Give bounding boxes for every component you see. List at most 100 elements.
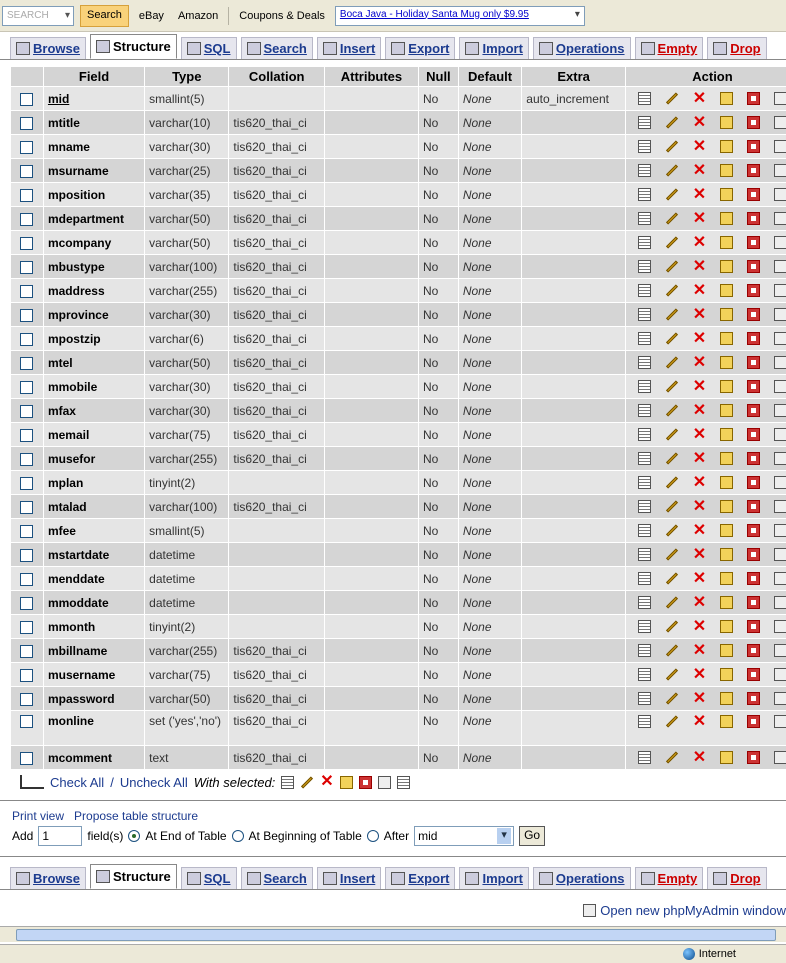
browse-icon[interactable]: [637, 188, 651, 202]
edit-icon[interactable]: [665, 92, 678, 105]
row-checkbox[interactable]: [20, 751, 34, 765]
edit-icon[interactable]: [665, 715, 678, 728]
uncheck-all-link[interactable]: Uncheck All: [120, 775, 188, 790]
index-icon[interactable]: [774, 668, 786, 682]
unique-icon[interactable]: [747, 620, 761, 634]
browse-icon[interactable]: [637, 116, 651, 130]
edit-icon[interactable]: [665, 668, 678, 681]
browse-icon[interactable]: [637, 92, 651, 106]
cell-field[interactable]: mmobile: [43, 375, 145, 398]
index-icon[interactable]: [774, 404, 786, 418]
primary-key-icon[interactable]: [720, 644, 734, 658]
cell-field[interactable]: monline: [43, 711, 145, 745]
edit-icon[interactable]: [665, 500, 678, 513]
primary-key-icon[interactable]: [720, 356, 734, 370]
drop-icon[interactable]: ✕: [693, 666, 706, 682]
browse-icon[interactable]: [637, 572, 651, 586]
row-checkbox[interactable]: [20, 715, 34, 729]
edit-icon[interactable]: [665, 751, 678, 764]
primary-key-icon[interactable]: [720, 308, 734, 322]
tab-bottom-search[interactable]: Search: [240, 867, 313, 889]
tab-bottom-import[interactable]: Import: [459, 867, 529, 889]
cell-field[interactable]: mtitle: [43, 111, 145, 134]
unique-icon[interactable]: [747, 308, 761, 322]
tab-browse[interactable]: Browse: [10, 37, 86, 59]
drop-icon[interactable]: ✕: [693, 306, 706, 322]
edit-icon[interactable]: [665, 212, 678, 225]
unique-icon[interactable]: [747, 356, 761, 370]
unique-icon[interactable]: [747, 404, 761, 418]
bulk-index-icon[interactable]: [377, 775, 391, 789]
cell-field[interactable]: mmonth: [43, 615, 145, 638]
edit-icon[interactable]: [665, 308, 678, 321]
edit-icon[interactable]: [665, 404, 678, 417]
cell-field[interactable]: menddate: [43, 567, 145, 590]
edit-icon[interactable]: [665, 476, 678, 489]
browse-icon[interactable]: [637, 356, 651, 370]
drop-icon[interactable]: ✕: [693, 378, 706, 394]
edit-icon[interactable]: [665, 524, 678, 537]
primary-key-icon[interactable]: [720, 596, 734, 610]
primary-key-icon[interactable]: [720, 332, 734, 346]
row-checkbox[interactable]: [20, 620, 34, 634]
drop-icon[interactable]: ✕: [693, 114, 706, 130]
row-checkbox[interactable]: [20, 308, 34, 322]
primary-key-icon[interactable]: [720, 140, 734, 154]
browse-icon[interactable]: [637, 500, 651, 514]
index-icon[interactable]: [774, 236, 786, 250]
browse-icon[interactable]: [637, 260, 651, 274]
row-checkbox[interactable]: [20, 572, 34, 586]
index-icon[interactable]: [774, 620, 786, 634]
row-checkbox[interactable]: [20, 284, 34, 298]
cell-field[interactable]: memail: [43, 423, 145, 446]
drop-icon[interactable]: ✕: [693, 450, 706, 466]
browse-icon[interactable]: [637, 476, 651, 490]
primary-key-icon[interactable]: [720, 188, 734, 202]
horizontal-scrollbar[interactable]: [0, 926, 786, 942]
toolbar-search-button[interactable]: Search: [80, 4, 129, 27]
row-checkbox[interactable]: [20, 332, 34, 346]
unique-icon[interactable]: [747, 596, 761, 610]
primary-key-icon[interactable]: [720, 404, 734, 418]
unique-icon[interactable]: [747, 164, 761, 178]
edit-icon[interactable]: [665, 236, 678, 249]
row-checkbox[interactable]: [20, 380, 34, 394]
row-checkbox[interactable]: [20, 164, 34, 178]
row-checkbox[interactable]: [20, 644, 34, 658]
unique-icon[interactable]: [747, 380, 761, 394]
row-checkbox[interactable]: [20, 236, 34, 250]
propose-structure-link[interactable]: Propose table structure: [74, 809, 198, 823]
unique-icon[interactable]: [747, 644, 761, 658]
tab-structure[interactable]: Structure: [89, 34, 177, 59]
go-button[interactable]: Go: [519, 826, 546, 846]
primary-key-icon[interactable]: [720, 452, 734, 466]
unique-icon[interactable]: [747, 452, 761, 466]
ebay-link[interactable]: eBay: [135, 7, 168, 25]
amazon-link[interactable]: Amazon: [174, 7, 222, 25]
tab-sql[interactable]: SQL: [180, 37, 237, 59]
edit-icon[interactable]: [665, 596, 678, 609]
index-icon[interactable]: [774, 92, 786, 106]
scrollbar-thumb[interactable]: [16, 929, 776, 941]
at-end-radio[interactable]: [128, 830, 141, 842]
edit-icon[interactable]: [665, 356, 678, 369]
drop-icon[interactable]: ✕: [693, 546, 706, 562]
index-icon[interactable]: [774, 116, 786, 130]
cell-field[interactable]: musefor: [43, 447, 145, 470]
row-checkbox[interactable]: [20, 356, 34, 370]
bulk-fulltext-icon[interactable]: [396, 775, 410, 789]
unique-icon[interactable]: [747, 116, 761, 130]
primary-key-icon[interactable]: [720, 236, 734, 250]
tab-empty[interactable]: Empty: [634, 37, 704, 59]
index-icon[interactable]: [774, 596, 786, 610]
tab-bottom-export[interactable]: Export: [385, 867, 456, 889]
cell-field[interactable]: mbillname: [43, 639, 145, 662]
row-checkbox[interactable]: [20, 428, 34, 442]
primary-key-icon[interactable]: [720, 116, 734, 130]
unique-icon[interactable]: [747, 668, 761, 682]
index-icon[interactable]: [774, 140, 786, 154]
open-new-window-link[interactable]: Open new phpMyAdmin window: [600, 903, 786, 918]
drop-icon[interactable]: ✕: [693, 749, 706, 765]
index-icon[interactable]: [774, 572, 786, 586]
primary-key-icon[interactable]: [720, 92, 734, 106]
